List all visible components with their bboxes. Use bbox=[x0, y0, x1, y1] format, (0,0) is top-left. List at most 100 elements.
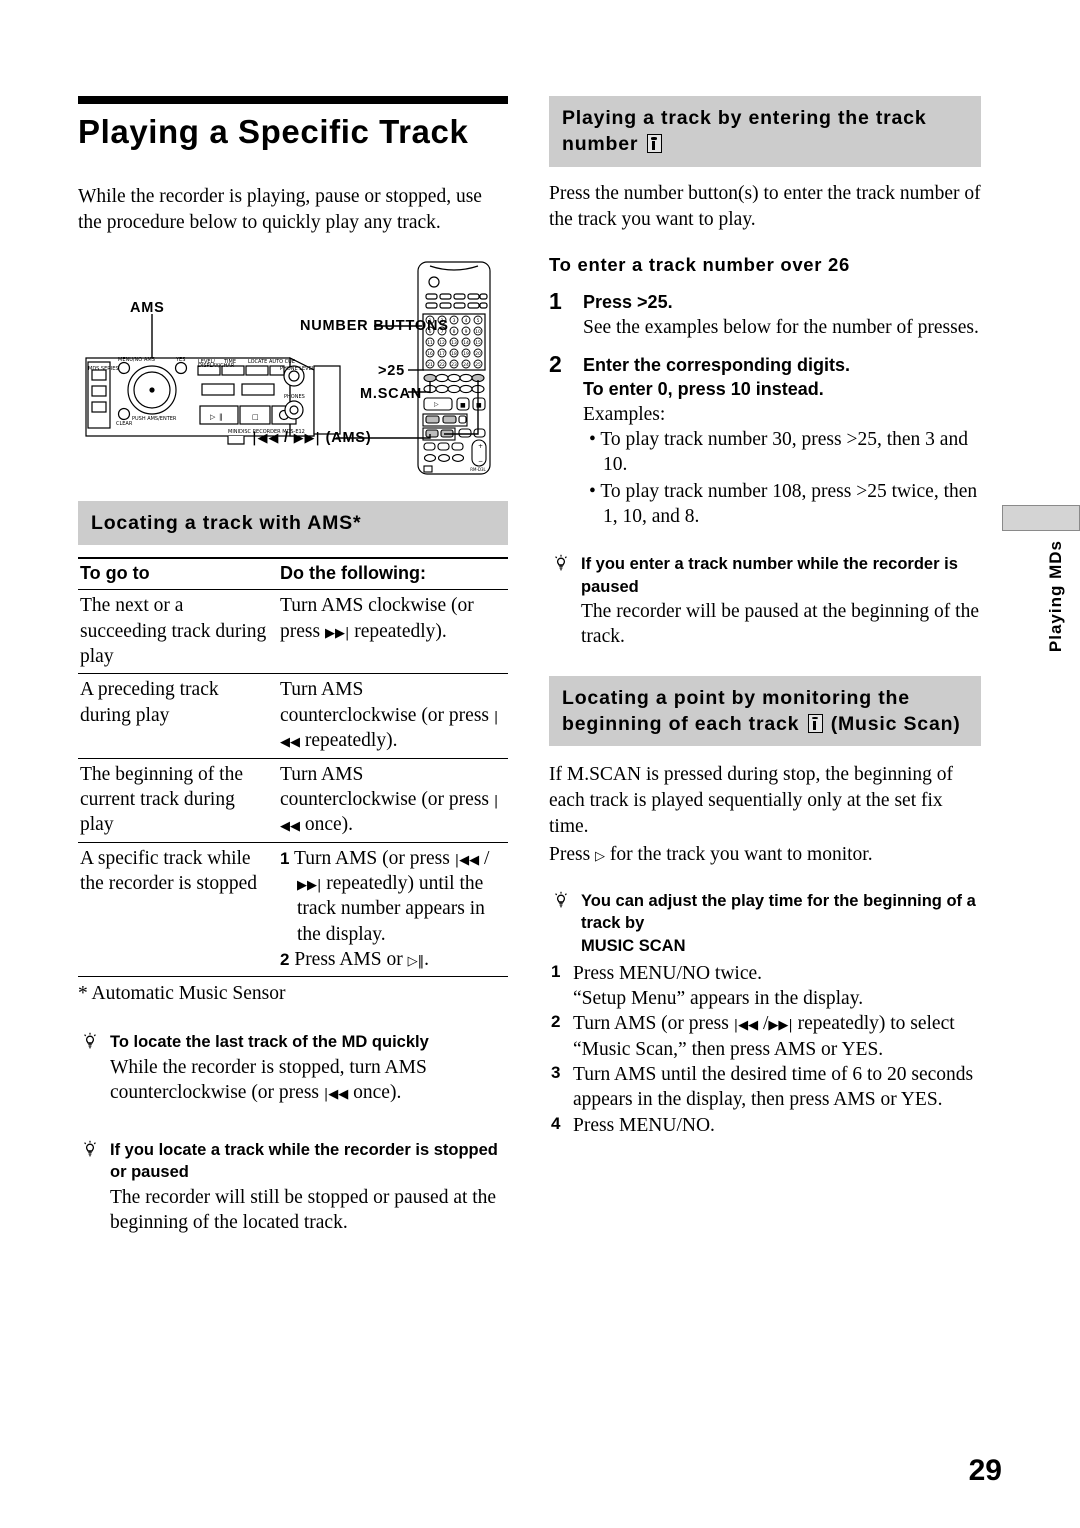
table-cell-do: 1 Turn AMS (or press |◀◀ / ▶▶| repeatedl… bbox=[278, 842, 508, 978]
table-cell-go-to: A preceding track during play bbox=[78, 673, 278, 759]
examples-list: To play track number 30, press >25, then… bbox=[583, 427, 981, 529]
svg-text:−: − bbox=[478, 458, 483, 465]
svg-text:PHONES: PHONES bbox=[284, 394, 305, 400]
lightbulb-icon bbox=[551, 554, 573, 576]
svg-text:8: 8 bbox=[453, 329, 456, 335]
tip-heading: You can adjust the play time for the beg… bbox=[581, 891, 976, 933]
svg-text:23: 23 bbox=[451, 362, 457, 368]
procedure-step: 3 Turn AMS until the desired time of 6 to… bbox=[551, 1062, 981, 1087]
sub-heading-track-over-26: To enter a track number over 26 bbox=[549, 254, 851, 276]
step-number: 2 bbox=[549, 351, 562, 378]
svg-text:18: 18 bbox=[451, 351, 457, 357]
procedure-step: 1 Press >25. See the examples below for … bbox=[549, 288, 981, 340]
svg-text:CLEAR: CLEAR bbox=[116, 421, 133, 427]
svg-text:■: ■ bbox=[460, 402, 466, 409]
remote-control-icon bbox=[807, 713, 823, 733]
svg-text:17: 17 bbox=[439, 351, 445, 357]
svg-text:PHONE LEVEL: PHONE LEVEL bbox=[280, 366, 315, 372]
table-cell-do: Turn AMS counterclockwise (or press |◀◀ … bbox=[278, 758, 508, 843]
music-scan-intro: If M.SCAN is pressed during stop, the be… bbox=[549, 764, 954, 838]
table-row: The beginning of the current track durin… bbox=[78, 758, 508, 843]
svg-text:12: 12 bbox=[439, 340, 445, 346]
step-text: Examples: bbox=[583, 403, 666, 425]
tip-adjust-music-scan: You can adjust the play time for the beg… bbox=[549, 890, 981, 958]
step-text: See the examples below for the number of… bbox=[583, 316, 979, 338]
svg-text:13: 13 bbox=[451, 340, 457, 346]
figure-label-music-scan: M.SCAN bbox=[360, 386, 422, 403]
right-column: Playing a track by entering the track nu… bbox=[549, 96, 981, 1138]
table-row: A specific track while the recorder is s… bbox=[78, 842, 508, 978]
figure-illustration: ▷ ‖ □ MENU/NO AMS YES CLEAR LEVEL/ DISPL… bbox=[85, 261, 491, 475]
svg-text:22: 22 bbox=[439, 362, 445, 368]
section-header-locating-ams: Locating a track with AMS* bbox=[78, 501, 508, 546]
step-number: 2 bbox=[551, 1012, 561, 1032]
procedure-step: 2 Enter the corresponding digits. To ent… bbox=[549, 351, 981, 529]
svg-text:3: 3 bbox=[453, 318, 456, 324]
left-column: Playing a Specific Track While the recor… bbox=[78, 96, 508, 1235]
step-number: 1 bbox=[551, 961, 561, 981]
section-header-music-scan: Locating a point by monitoring the begin… bbox=[549, 675, 981, 747]
tip-heading: To locate the last track of the MD quick… bbox=[110, 1033, 429, 1052]
procedure-step-cont: “Music Scan,” then press AMS or YES. bbox=[551, 1037, 981, 1062]
ams-footnote: * Automatic Music Sensor bbox=[78, 983, 286, 1005]
step-text: Press MENU/NO twice. bbox=[573, 962, 763, 984]
svg-text:‖: ‖ bbox=[219, 413, 223, 421]
figure-label-ams: AMS bbox=[130, 300, 165, 317]
procedure-step: 2 Turn AMS (or press |◀◀ /▶▶| repeatedly)… bbox=[551, 1012, 955, 1035]
svg-text:21: 21 bbox=[427, 362, 433, 368]
page-number: 29 bbox=[968, 1454, 1002, 1487]
figure-label-ams-suffix: (AMS) bbox=[325, 430, 372, 447]
step-text: Press MENU/NO. bbox=[573, 1114, 715, 1136]
table-step: 1 Turn AMS (or press |◀◀ / ▶▶| repeatedl… bbox=[280, 847, 490, 945]
tip-heading: If you enter a track number while the re… bbox=[581, 555, 958, 596]
tip-locate-last-track: To locate the last track of the MD quick… bbox=[78, 1031, 508, 1105]
mscan-press-label: Press bbox=[549, 844, 591, 866]
svg-text:16: 16 bbox=[427, 351, 433, 357]
step-title: Press >25. bbox=[583, 292, 673, 313]
mscan-press-suffix: for the track you want to monitor. bbox=[609, 844, 873, 866]
svg-text:■: ■ bbox=[476, 402, 482, 409]
step-text: Turn AMS until the desired time of 6 to … bbox=[573, 1064, 974, 1086]
page-title: Playing a Specific Track bbox=[78, 113, 469, 150]
svg-text:10: 10 bbox=[475, 329, 481, 335]
section-header-line1: Playing a track by entering the track bbox=[562, 107, 927, 129]
figure-label-number-buttons: NUMBER BUTTONS bbox=[300, 318, 449, 335]
table-cell-go-to: The beginning of the current track durin… bbox=[78, 758, 278, 843]
table-col-to-go-to: To go to bbox=[78, 557, 278, 591]
example-item: To play track number 30, press >25, then… bbox=[600, 427, 981, 478]
procedure-step: 1 Press MENU/NO twice. bbox=[551, 961, 981, 986]
music-scan-procedure: 1 Press MENU/NO twice. “Setup Menu” appea… bbox=[551, 961, 981, 1138]
title-rule bbox=[78, 96, 508, 104]
svg-text:▷: ▷ bbox=[210, 413, 216, 421]
section-header-line1: Locating a point by monitoring the bbox=[562, 686, 910, 709]
step-text: “Music Scan,” then press AMS or YES. bbox=[573, 1038, 884, 1060]
example-item: To play track number 108, press >25 twic… bbox=[600, 479, 981, 530]
figure-label-over-25: >25 bbox=[378, 363, 405, 380]
step-number: 1 bbox=[549, 288, 562, 315]
step-number: 4 bbox=[551, 1113, 561, 1133]
svg-text:AUTO CUE: AUTO CUE bbox=[269, 359, 295, 365]
table-cell-go-to: The next or a succeeding track during pl… bbox=[78, 589, 278, 675]
section-header-playing-track-number: Playing a track by entering the track nu… bbox=[549, 96, 981, 167]
svg-text:MENU/NO: MENU/NO bbox=[118, 357, 142, 363]
intro-paragraph: While the recorder is playing, pause or … bbox=[78, 186, 482, 234]
procedure-step: 4 Press MENU/NO. bbox=[551, 1113, 981, 1138]
tip-locate-while-stopped: If you locate a track while the recorder… bbox=[78, 1139, 508, 1235]
table-row: A preceding track during play Turn AMS c… bbox=[78, 673, 508, 759]
svg-text:▷: ▷ bbox=[434, 401, 439, 408]
table-col-do-following: Do the following: bbox=[278, 557, 508, 591]
edge-tab-label: Playing MDs bbox=[1046, 540, 1065, 653]
lightbulb-icon bbox=[80, 1032, 102, 1054]
table-row: The next or a succeeding track during pl… bbox=[78, 589, 508, 675]
svg-text:5: 5 bbox=[477, 318, 480, 324]
manual-page: Playing a Specific Track While the recor… bbox=[0, 0, 1080, 1528]
svg-text:AMS: AMS bbox=[144, 357, 155, 363]
lightbulb-icon bbox=[80, 1140, 102, 1162]
procedure-step-cont: “Setup Menu” appears in the display. bbox=[551, 986, 981, 1011]
tip-body: The recorder will still be stopped or pa… bbox=[110, 1186, 497, 1234]
edge-tab-marker bbox=[1002, 505, 1080, 531]
svg-text:20: 20 bbox=[475, 351, 481, 357]
table-cell-do: Turn AMS counterclockwise (or press |◀◀ … bbox=[278, 673, 508, 759]
svg-text:15: 15 bbox=[475, 340, 481, 346]
svg-text:RM-D3L: RM-D3L bbox=[470, 467, 486, 472]
